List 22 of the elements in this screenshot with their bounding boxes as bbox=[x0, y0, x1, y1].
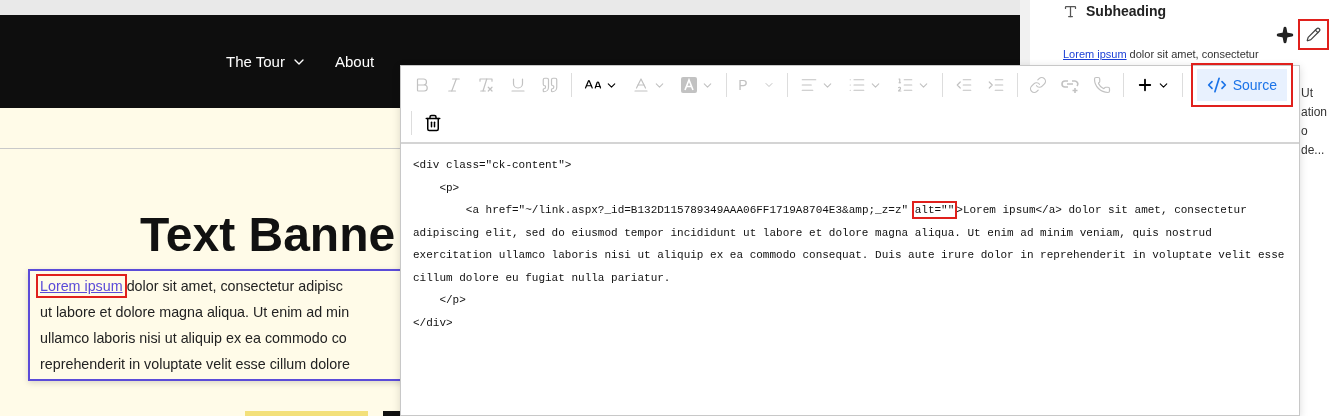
code-line: </p> bbox=[438, 293, 467, 308]
code-line: <div class="ck-content"> bbox=[413, 158, 573, 173]
preview-text: o bbox=[1301, 123, 1309, 140]
edit-button[interactable] bbox=[1300, 21, 1327, 48]
banner-heading: Text Banne bbox=[140, 207, 396, 263]
source-code-icon bbox=[1206, 75, 1227, 95]
preview-link[interactable]: Lorem ipsum bbox=[1063, 48, 1127, 60]
block-title: Subheading bbox=[1086, 3, 1167, 19]
preview-text: ation bbox=[1301, 104, 1329, 121]
nav-link[interactable]: The Tour bbox=[226, 53, 307, 70]
nav-link[interactable]: About bbox=[334, 53, 375, 70]
code-line: <p> bbox=[438, 180, 461, 196]
sparkle-icon[interactable] bbox=[1276, 25, 1294, 44]
text-type-icon bbox=[1063, 3, 1078, 19]
code-line: <a href="~/link.aspx?_id=B132D115789349AAA06FF1719A8704E3&amp;_z=z" alt="" >Lorem ipsum</a> dolor sit amet, consectetur adipiscing elit, sed do eiusmod tempor incididunt ut labore et dolore magna aliqua. Ut enim ad minim veniam, quis nostrud exercitation ullamco laboris nisi ut aliquip ex ea commodo consequat. Duis aute irure dolor in reprehenderit in voluptate velit esse cillum dolore eu fugiat nulla pariatur. bbox=[413, 199, 1287, 289]
preview-text: Lorem ipsum dolor sit amet, consectetur bbox=[1063, 48, 1260, 60]
preview-text: de... bbox=[1301, 142, 1326, 159]
preview-text: Ut bbox=[1301, 85, 1314, 102]
code-line: </div> bbox=[413, 315, 454, 331]
source-button[interactable]: Source bbox=[1196, 69, 1287, 101]
pencil-icon bbox=[1306, 27, 1321, 42]
trash-icon bbox=[424, 114, 442, 132]
